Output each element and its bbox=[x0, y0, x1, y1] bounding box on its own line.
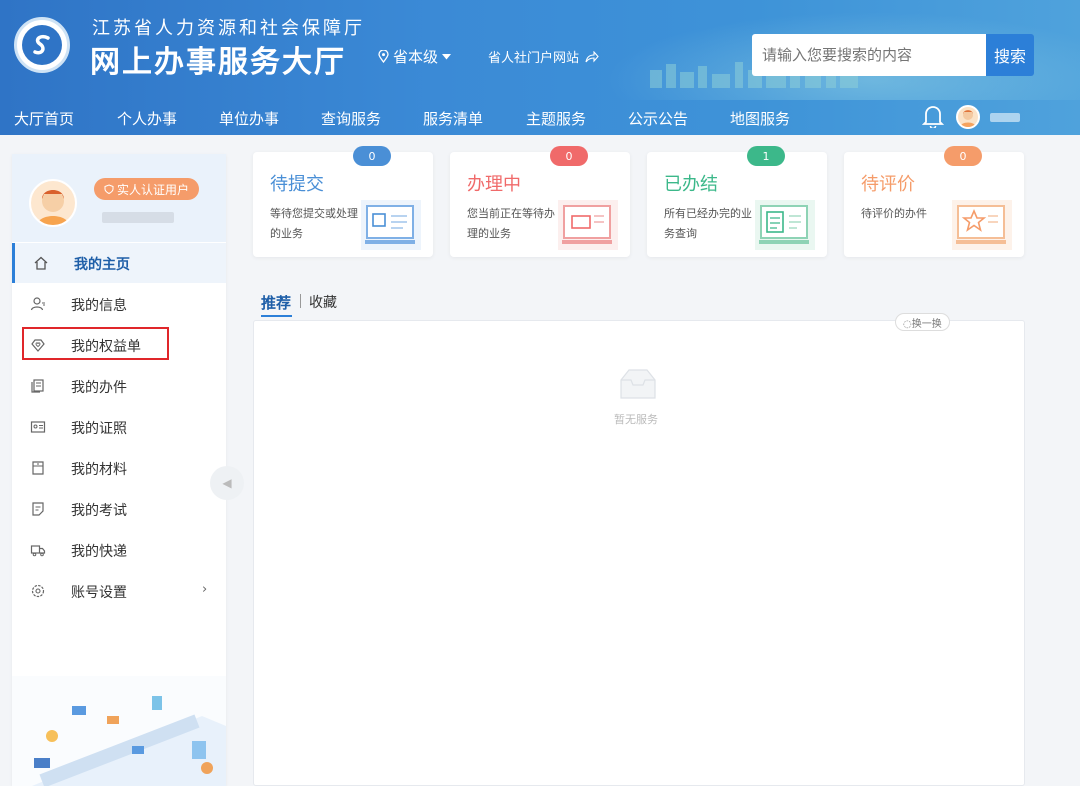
exam-icon bbox=[32, 502, 44, 516]
sidebar-item-label: 我的快递 bbox=[71, 544, 127, 560]
inbox-icon bbox=[558, 200, 618, 250]
search-input[interactable] bbox=[752, 34, 986, 76]
truck-icon bbox=[30, 545, 46, 557]
nav-item-map[interactable]: 地图服务 bbox=[730, 108, 790, 129]
empty-state-text: 暂无服务 bbox=[614, 413, 658, 426]
site-title: 网上办事服务大厅 bbox=[90, 45, 346, 80]
user-icon bbox=[30, 297, 45, 311]
sidebar-item-settings[interactable]: 账号设置 › bbox=[12, 571, 226, 611]
search-button[interactable]: 搜索 bbox=[986, 34, 1034, 76]
avatar bbox=[29, 179, 77, 227]
card-title: 已办结 bbox=[664, 174, 718, 195]
card-description: 等待您提交或处理的业务 bbox=[270, 207, 358, 240]
folder-icon bbox=[32, 461, 44, 475]
site-header: 江苏省人力资源和社会保障厅 网上办事服务大厅 省本级 省人社门户网站 搜索 大厅… bbox=[0, 0, 1080, 135]
user-name-masked bbox=[990, 113, 1020, 122]
count-badge: 1 bbox=[747, 146, 785, 166]
level-label: 省本级 bbox=[393, 48, 439, 66]
tab-divider bbox=[300, 294, 301, 308]
sidebar-item-licenses[interactable]: 我的证照 bbox=[12, 407, 226, 447]
sidebar-item-label: 我的信息 bbox=[71, 298, 127, 314]
sidebar-item-materials[interactable]: 我的材料 bbox=[12, 448, 226, 488]
bell-icon[interactable] bbox=[922, 104, 944, 128]
location-pin-icon bbox=[378, 50, 389, 63]
card-description: 待评价的办件 bbox=[861, 207, 927, 220]
refresh-button[interactable]: ◌换一换 bbox=[895, 313, 950, 331]
documents-icon bbox=[31, 379, 44, 393]
logo-emblem-icon bbox=[22, 25, 62, 65]
count-badge: 0 bbox=[944, 146, 982, 166]
sidebar-collapse-button[interactable]: ◀ bbox=[210, 466, 244, 500]
share-icon bbox=[585, 50, 599, 62]
document-edit-icon bbox=[361, 200, 421, 250]
count-badge: 0 bbox=[550, 146, 588, 166]
status-card-pending-submit[interactable]: 0 待提交 等待您提交或处理的业务 bbox=[253, 146, 433, 257]
verified-icon bbox=[104, 184, 114, 194]
card-title: 待提交 bbox=[270, 174, 324, 195]
sidebar-illustration bbox=[12, 676, 226, 786]
checklist-icon bbox=[755, 200, 815, 250]
cert-badge: 实人认证用户 bbox=[94, 178, 200, 200]
sidebar-item-express[interactable]: 我的快递 bbox=[12, 530, 226, 570]
username-masked bbox=[102, 212, 174, 223]
site-logo[interactable] bbox=[14, 17, 70, 73]
status-card-in-progress[interactable]: 0 办理中 您当前正在等待办理的业务 bbox=[450, 146, 630, 257]
sidebar-item-label: 我的考试 bbox=[71, 503, 127, 519]
sidebar-item-exams[interactable]: 我的考试 bbox=[12, 489, 226, 529]
chevron-right-icon: › bbox=[202, 582, 208, 597]
sidebar-item-cases[interactable]: 我的办件 bbox=[12, 366, 226, 406]
sidebar-item-label: 我的办件 bbox=[71, 380, 127, 396]
card-title: 待评价 bbox=[861, 174, 915, 195]
tab-active-indicator bbox=[261, 315, 292, 317]
status-card-completed[interactable]: 1 已办结 所有已经办完的业务查询 bbox=[647, 146, 827, 257]
sidebar-item-label: 我的材料 bbox=[71, 462, 127, 478]
cert-badge-label: 实人认证用户 bbox=[117, 182, 190, 197]
level-selector[interactable]: 省本级 bbox=[378, 46, 452, 67]
empty-inbox-icon bbox=[620, 369, 656, 399]
sidebar-item-label: 我的证照 bbox=[71, 421, 127, 437]
main-nav: 大厅首页 个人办事 单位办事 查询服务 服务清单 主题服务 公示公告 地图服务 bbox=[0, 100, 1080, 135]
nav-item-theme[interactable]: 主题服务 bbox=[526, 108, 586, 129]
sidebar-item-home[interactable]: 我的主页 bbox=[12, 243, 226, 283]
home-icon bbox=[34, 256, 48, 270]
caret-down-icon bbox=[442, 53, 452, 59]
nav-item-home[interactable]: 大厅首页 bbox=[14, 108, 74, 129]
star-rating-icon bbox=[952, 200, 1012, 250]
count-badge: 0 bbox=[353, 146, 391, 166]
sidebar-item-label: 我的主页 bbox=[74, 257, 130, 273]
portal-link[interactable]: 省人社门户网站 bbox=[488, 47, 599, 66]
nav-item-query[interactable]: 查询服务 bbox=[321, 108, 381, 129]
nav-item-service-list[interactable]: 服务清单 bbox=[423, 108, 483, 129]
portal-link-label: 省人社门户网站 bbox=[488, 51, 580, 66]
profile-card: 实人认证用户 bbox=[12, 154, 226, 242]
card-title: 办理中 bbox=[467, 174, 521, 195]
gear-icon bbox=[31, 584, 45, 598]
card-description: 您当前正在等待办理的业务 bbox=[467, 207, 555, 240]
user-avatar[interactable] bbox=[956, 105, 980, 129]
sidebar-item-info[interactable]: 我的信息 bbox=[12, 284, 226, 324]
nav-item-personal[interactable]: 个人办事 bbox=[117, 108, 177, 129]
id-card-icon bbox=[30, 421, 46, 433]
tab-favorite[interactable]: 收藏 bbox=[309, 292, 337, 312]
tab-recommend[interactable]: 推荐 bbox=[261, 292, 291, 313]
highlight-annotation bbox=[22, 327, 169, 360]
nav-item-unit[interactable]: 单位办事 bbox=[219, 108, 279, 129]
card-description: 所有已经办完的业务查询 bbox=[664, 207, 752, 240]
status-card-pending-review[interactable]: 0 待评价 待评价的办件 bbox=[844, 146, 1024, 257]
nav-item-notice[interactable]: 公示公告 bbox=[628, 108, 688, 129]
sidebar-item-label: 账号设置 bbox=[71, 585, 127, 601]
